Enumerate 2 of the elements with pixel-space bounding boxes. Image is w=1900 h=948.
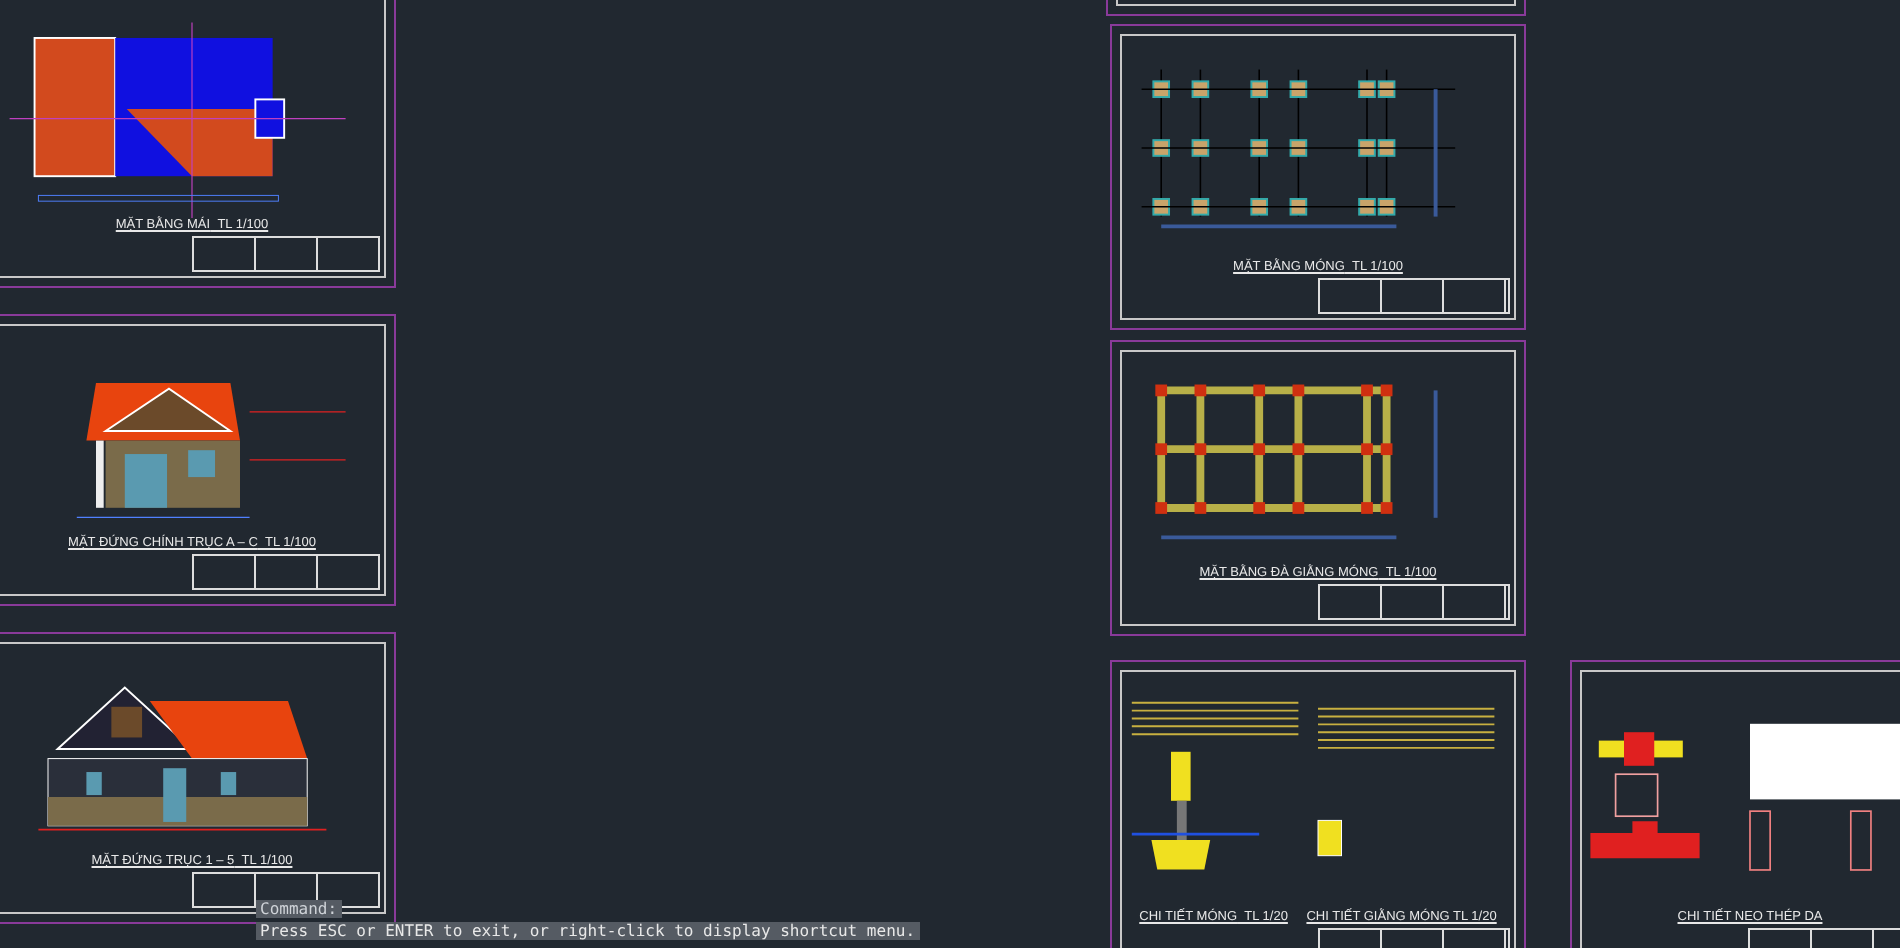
command-prompt[interactable]: Command: xyxy=(256,900,342,918)
command-message: Press ESC or ENTER to exit, or right-click to display shortcut menu. xyxy=(256,922,920,940)
